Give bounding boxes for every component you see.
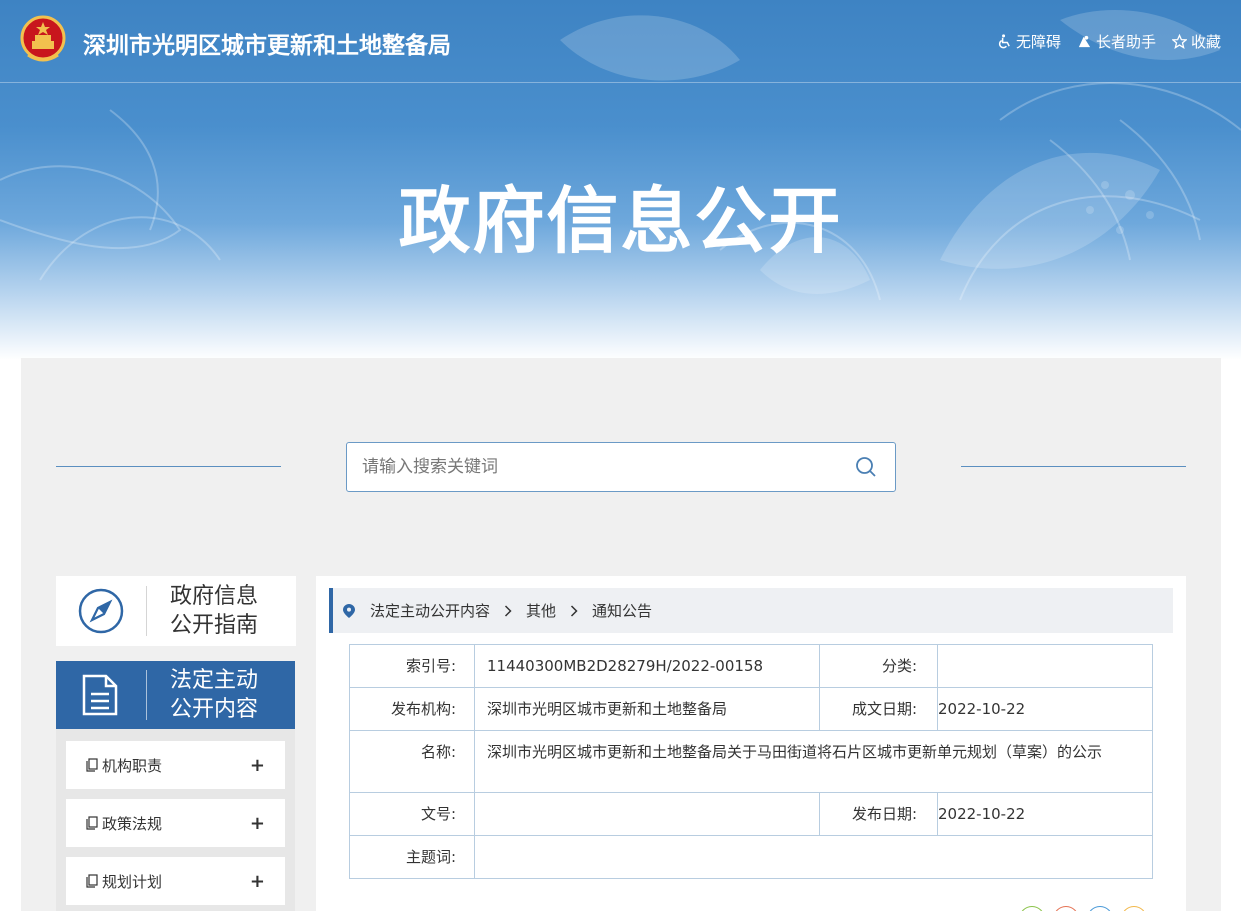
sidebar-item-org-duties[interactable]: 机构职责 +	[66, 741, 285, 789]
accessibility-label: 无障碍	[1015, 33, 1061, 51]
table-row: 主题词:	[349, 835, 1153, 879]
star-icon	[1171, 34, 1187, 49]
sidebar-item-label: 规划计划	[102, 872, 163, 891]
active-divider	[146, 670, 147, 720]
search-divider-left	[56, 466, 281, 467]
sidebar-item-policy[interactable]: 政策法规 +	[66, 799, 285, 847]
breadcrumb-item-statutory[interactable]: 法定主动公开内容	[370, 600, 490, 621]
copy-icon	[86, 816, 98, 830]
expand-icon[interactable]: +	[250, 755, 265, 776]
sidebar-item-planning[interactable]: 规划计划 +	[66, 857, 285, 905]
sidebar-guide-card[interactable]: 政府信息 公开指南	[56, 576, 296, 646]
index-label: 索引号:	[349, 644, 475, 688]
subject-value	[474, 835, 1153, 879]
publisher-value: 深圳市光明区城市更新和土地整备局	[474, 687, 820, 731]
category-label: 分类:	[819, 644, 938, 688]
written-date-label: 成文日期:	[819, 687, 938, 731]
document-info-table: 索引号: 11440300MB2D28279H/2022-00158 分类: 发…	[349, 644, 1153, 879]
guide-label-line1: 政府信息	[170, 584, 259, 609]
location-pin-icon	[343, 603, 355, 618]
search-divider-right	[961, 466, 1186, 467]
active-label-line1: 法定主动	[170, 668, 259, 693]
compass-icon	[78, 588, 124, 634]
accessibility-link[interactable]: 无障碍	[997, 31, 1061, 52]
guide-label: 政府信息 公开指南	[170, 582, 258, 640]
site-title[interactable]: 深圳市光明区城市更新和土地整备局	[83, 26, 451, 60]
favorite-link[interactable]: 收藏	[1171, 31, 1221, 52]
subject-label: 主题词:	[349, 835, 475, 879]
category-value	[937, 644, 1153, 688]
national-emblem-icon	[20, 15, 66, 62]
doc-no-value	[474, 792, 820, 836]
search-input[interactable]	[347, 443, 837, 491]
publish-date-label: 发布日期:	[819, 792, 938, 836]
breadcrumb: 法定主动公开内容 其他 通知公告	[329, 588, 1173, 633]
sidebar-item-label: 政策法规	[102, 814, 163, 833]
header-tools: 无障碍 长者助手 收藏	[997, 31, 1221, 52]
guide-divider	[146, 586, 147, 636]
table-row: 索引号: 11440300MB2D28279H/2022-00158 分类:	[349, 644, 1153, 688]
index-value: 11440300MB2D28279H/2022-00158	[474, 644, 820, 688]
expand-icon[interactable]: +	[250, 813, 265, 834]
table-row: 文号: 发布日期: 2022-10-22	[349, 792, 1153, 836]
document-icon	[82, 674, 118, 716]
table-row: 名称: 深圳市光明区城市更新和土地整备局关于马田街道将石片区城市更新单元规划（草…	[349, 730, 1153, 793]
elderly-icon	[1078, 35, 1091, 48]
written-date-value: 2022-10-22	[937, 687, 1153, 731]
publisher-label: 发布机构:	[349, 687, 475, 731]
header-banner: 深圳市光明区城市更新和土地整备局 无障碍 长者助手 收藏 政府信息公开	[0, 0, 1241, 360]
search-icon[interactable]	[855, 456, 877, 478]
name-value: 深圳市光明区城市更新和土地整备局关于马田街道将石片区城市更新单元规划（草案）的公…	[474, 730, 1153, 793]
guide-label-line2: 公开指南	[170, 613, 259, 638]
doc-no-label: 文号:	[349, 792, 475, 836]
top-bar: 深圳市光明区城市更新和土地整备局 无障碍 长者助手 收藏	[0, 0, 1241, 83]
hero-title: 政府信息公开	[398, 179, 843, 263]
expand-icon[interactable]: +	[250, 871, 265, 892]
copy-icon	[86, 874, 98, 888]
favorite-label: 收藏	[1190, 33, 1221, 51]
breadcrumb-item-other[interactable]: 其他	[526, 600, 556, 621]
copy-icon	[86, 758, 98, 772]
sidebar-active-card[interactable]: 法定主动 公开内容	[56, 661, 295, 729]
elderly-helper-label: 长者助手	[1095, 33, 1156, 51]
sidebar-list: 机构职责 + 政策法规 + 规划计划 +	[56, 729, 295, 911]
wheelchair-icon	[998, 34, 1010, 49]
name-label: 名称:	[349, 730, 475, 793]
chevron-right-icon	[571, 604, 578, 617]
content-area: 法定主动公开内容 其他 通知公告 索引号: 11440300MB2D28279H…	[316, 576, 1186, 911]
chevron-right-icon	[504, 604, 512, 617]
breadcrumb-item-notices[interactable]: 通知公告	[592, 600, 652, 621]
table-row: 发布机构: 深圳市光明区城市更新和土地整备局 成文日期: 2022-10-22	[349, 687, 1153, 731]
elderly-helper-link[interactable]: 长者助手	[1077, 31, 1156, 52]
main-panel: 政府信息 公开指南 法定主动 公开内容 机构职责 + 政策法规 +	[21, 358, 1221, 911]
publish-date-value: 2022-10-22	[937, 792, 1153, 836]
sidebar-item-label: 机构职责	[102, 756, 163, 775]
search-box	[346, 442, 896, 492]
active-label: 法定主动 公开内容	[170, 666, 258, 724]
active-label-line2: 公开内容	[170, 697, 259, 722]
